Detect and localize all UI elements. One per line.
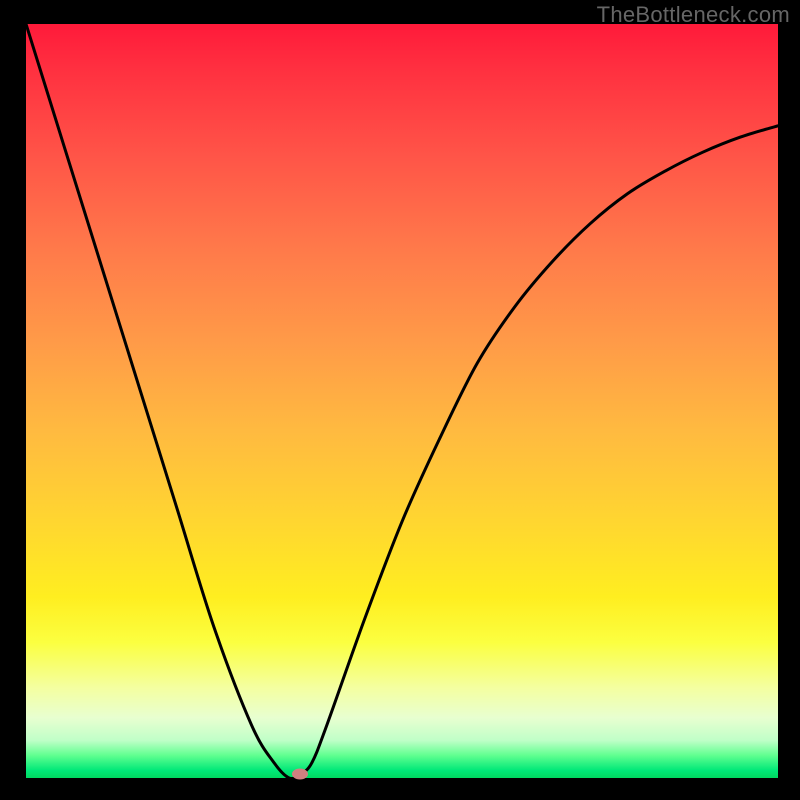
gradient-plot-area	[26, 24, 778, 778]
optimal-point-marker	[292, 769, 308, 780]
watermark-text: TheBottleneck.com	[597, 2, 790, 28]
